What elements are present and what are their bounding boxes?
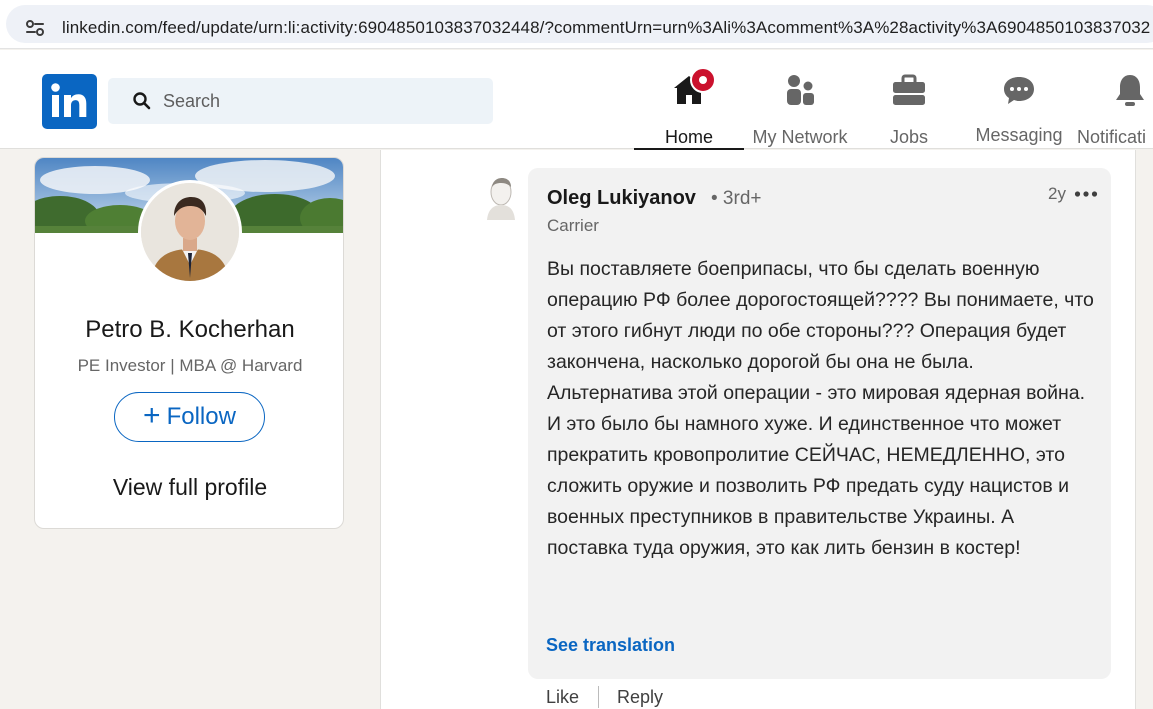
more-options-icon[interactable] [1074,190,1098,198]
top-navigation: Home My Network Jobs Messaging [0,50,1153,150]
profile-headline: PE Investor | MBA @ Harvard [77,356,303,375]
people-icon [787,75,814,105]
follow-button[interactable]: + Follow [114,392,265,442]
notification-badge [690,67,716,93]
url-field[interactable]: linkedin.com/feed/update/urn:li:activity… [6,5,1153,43]
profile-card: Petro B. Kocherhan PE Investor | MBA @ H… [34,157,344,529]
see-translation-link[interactable]: See translation [546,635,675,656]
linkedin-logo[interactable] [42,74,97,129]
nav-jobs[interactable]: Jobs [864,68,954,148]
chat-icon [1004,77,1034,104]
comment-text: Вы поставляете боеприпасы, что бы сделат… [547,258,1094,559]
briefcase-icon [893,74,925,105]
comment-author-title: Carrier [547,216,599,235]
comment-author-name[interactable]: Oleg Lukiyanov [547,187,696,210]
action-separator [598,686,599,708]
commenter-avatar[interactable] [483,175,523,220]
reply-button[interactable]: Reply [617,687,663,708]
follow-button-label: Follow [166,403,236,430]
nav-messaging[interactable]: Messaging [968,68,1070,148]
profile-avatar[interactable] [138,180,242,284]
nav-notifications-label: Notificati [1077,127,1147,147]
bell-icon [1116,75,1144,106]
nav-my-network-label: My Network [752,127,848,147]
profile-name[interactable]: Petro B. Kocherhan [35,316,343,344]
browser-address-bar: linkedin.com/feed/update/urn:li:activity… [0,0,1153,49]
search-input[interactable] [163,78,483,124]
plus-icon: + [143,398,161,432]
comment-bubble: Oleg Lukiyanov • 3rd+ Carrier 2y Вы пост… [528,168,1111,679]
nav-messaging-label: Messaging [975,125,1063,145]
nav-notifications[interactable]: Notificati [1074,68,1153,148]
like-button[interactable]: Like [546,687,579,708]
nav-home[interactable]: Home [634,68,744,150]
search-icon [133,92,151,110]
nav-home-label: Home [664,127,713,147]
url-text[interactable]: linkedin.com/feed/update/urn:li:activity… [62,18,1150,38]
nav-my-network[interactable]: My Network [744,68,856,148]
view-full-profile-link[interactable]: View full profile [35,474,343,501]
search-box[interactable] [108,78,493,124]
connection-degree: • 3rd+ [711,188,762,209]
comment-timestamp: 2y [1048,184,1066,203]
nav-jobs-label: Jobs [889,127,929,147]
site-settings-icon[interactable] [24,17,46,39]
